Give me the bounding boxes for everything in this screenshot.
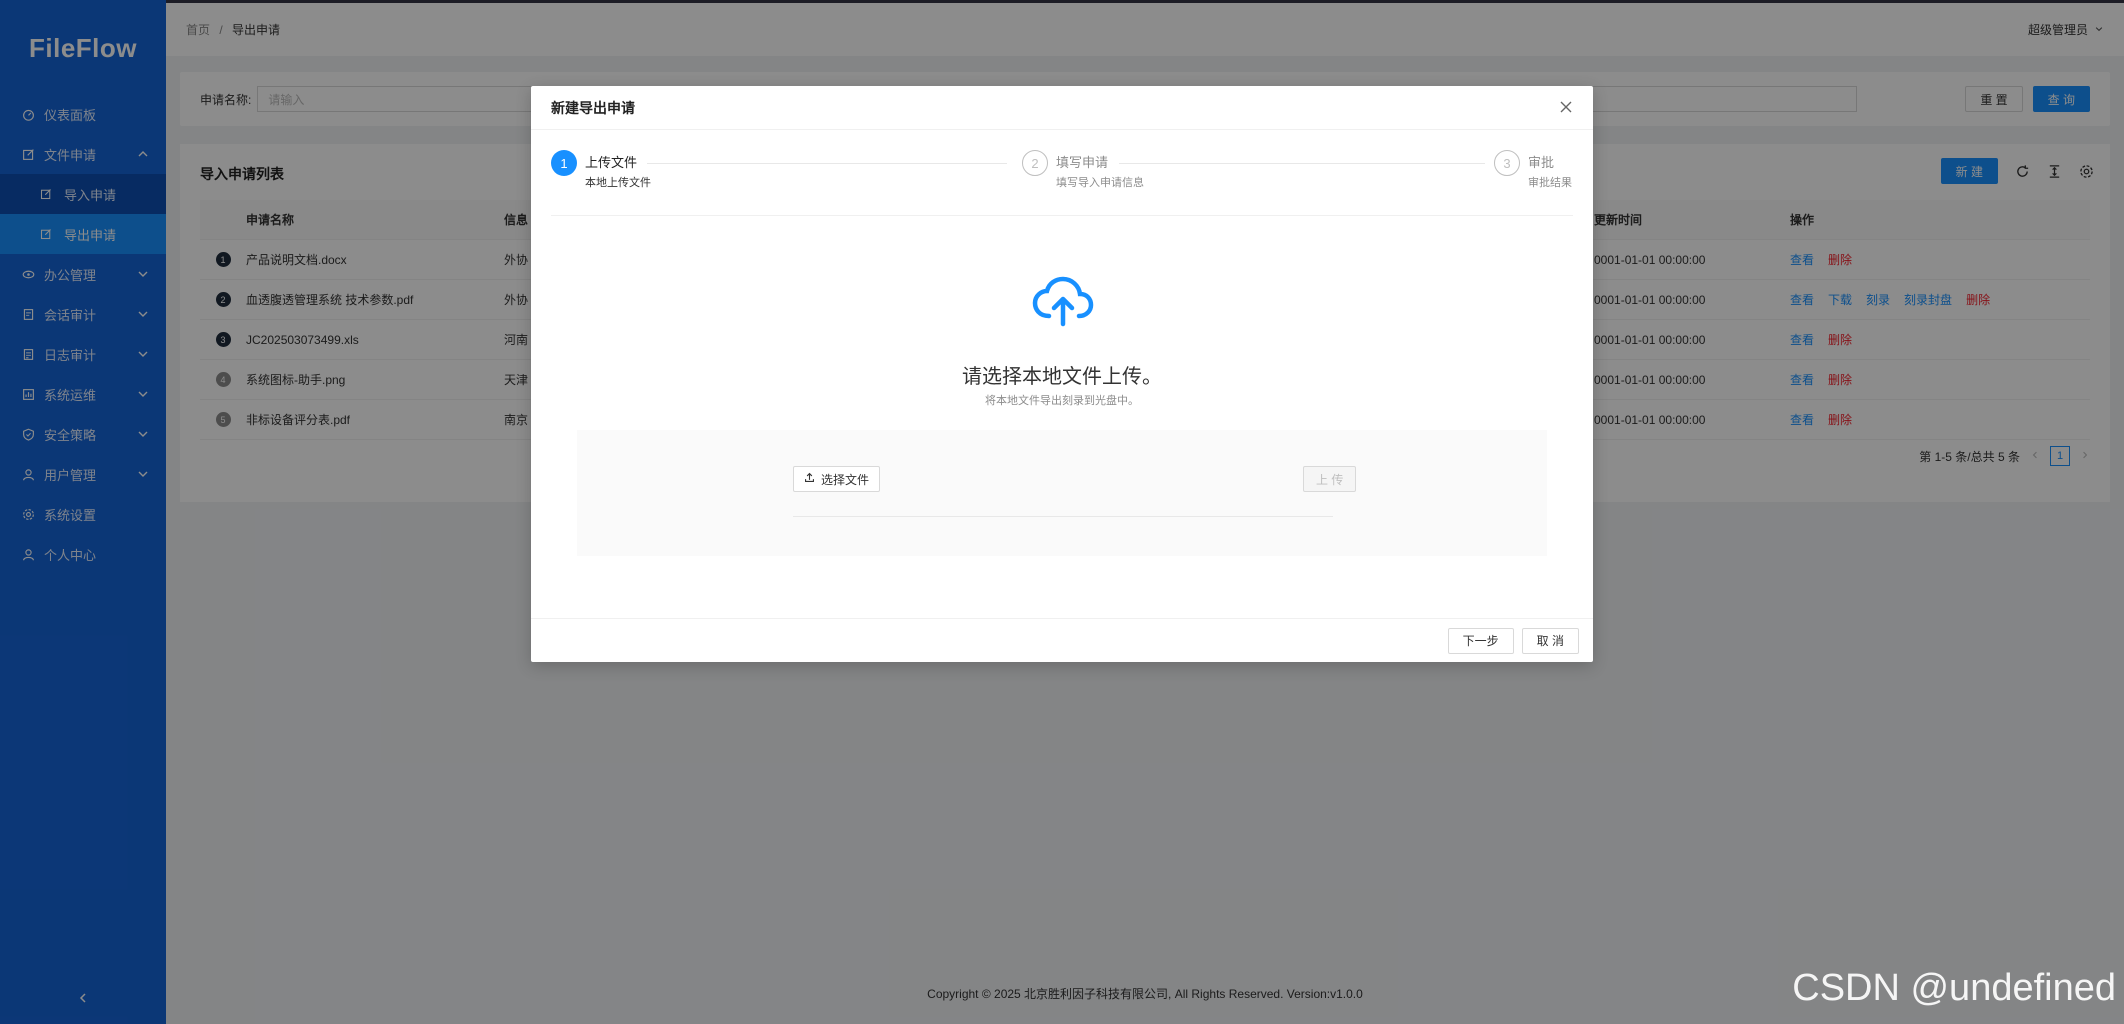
step-number: 3 — [1494, 150, 1520, 176]
step-title: 审批 — [1528, 155, 1555, 170]
upload-button[interactable]: 上 传 — [1303, 466, 1357, 492]
modal-footer: 下一步 取 消 — [531, 618, 1593, 662]
steps: 1 上传文件 本地上传文件 2 填写申请 填写导入申请信息 3 审批 审批结果 — [551, 150, 1573, 200]
step-approve: 3 审批 审批结果 — [1494, 150, 1572, 190]
step-desc: 审批结果 — [1528, 177, 1572, 189]
step-connector — [647, 163, 1007, 164]
modal-title: 新建导出申请 — [551, 99, 635, 116]
next-button[interactable]: 下一步 — [1447, 627, 1514, 654]
step-number: 1 — [551, 150, 577, 176]
choose-file-button[interactable]: 选择文件 — [793, 466, 881, 492]
step-fill: 2 填写申请 填写导入申请信息 — [1022, 150, 1144, 190]
upload-subtitle: 将本地文件导出刻录到光盘中。 — [985, 395, 1139, 407]
export-apply-modal: 新建导出申请 1 上传文件 本地上传文件 2 填写申请 填写导入申请信息 3 审… — [531, 86, 1593, 662]
upload-title: 请选择本地文件上传。 — [962, 366, 1162, 388]
step-upload: 1 上传文件 本地上传文件 — [551, 150, 651, 190]
modal-header: 新建导出申请 — [531, 86, 1593, 130]
cloud-upload-icon — [1031, 276, 1095, 328]
step-connector — [1119, 163, 1485, 164]
cancel-button[interactable]: 取 消 — [1521, 627, 1579, 654]
step-desc: 填写导入申请信息 — [1056, 177, 1144, 189]
watermark: CSDN @undefined — [1792, 967, 2116, 1009]
choose-file-label: 选择文件 — [821, 472, 870, 487]
divider — [793, 516, 1333, 517]
step-title: 上传文件 — [585, 155, 638, 170]
divider — [551, 215, 1573, 216]
step-desc: 本地上传文件 — [585, 177, 651, 189]
close-icon[interactable] — [1559, 100, 1573, 114]
upload-zone: 选择文件 上 传 — [577, 430, 1547, 556]
upload-icon — [804, 472, 815, 486]
step-number: 2 — [1022, 150, 1048, 176]
